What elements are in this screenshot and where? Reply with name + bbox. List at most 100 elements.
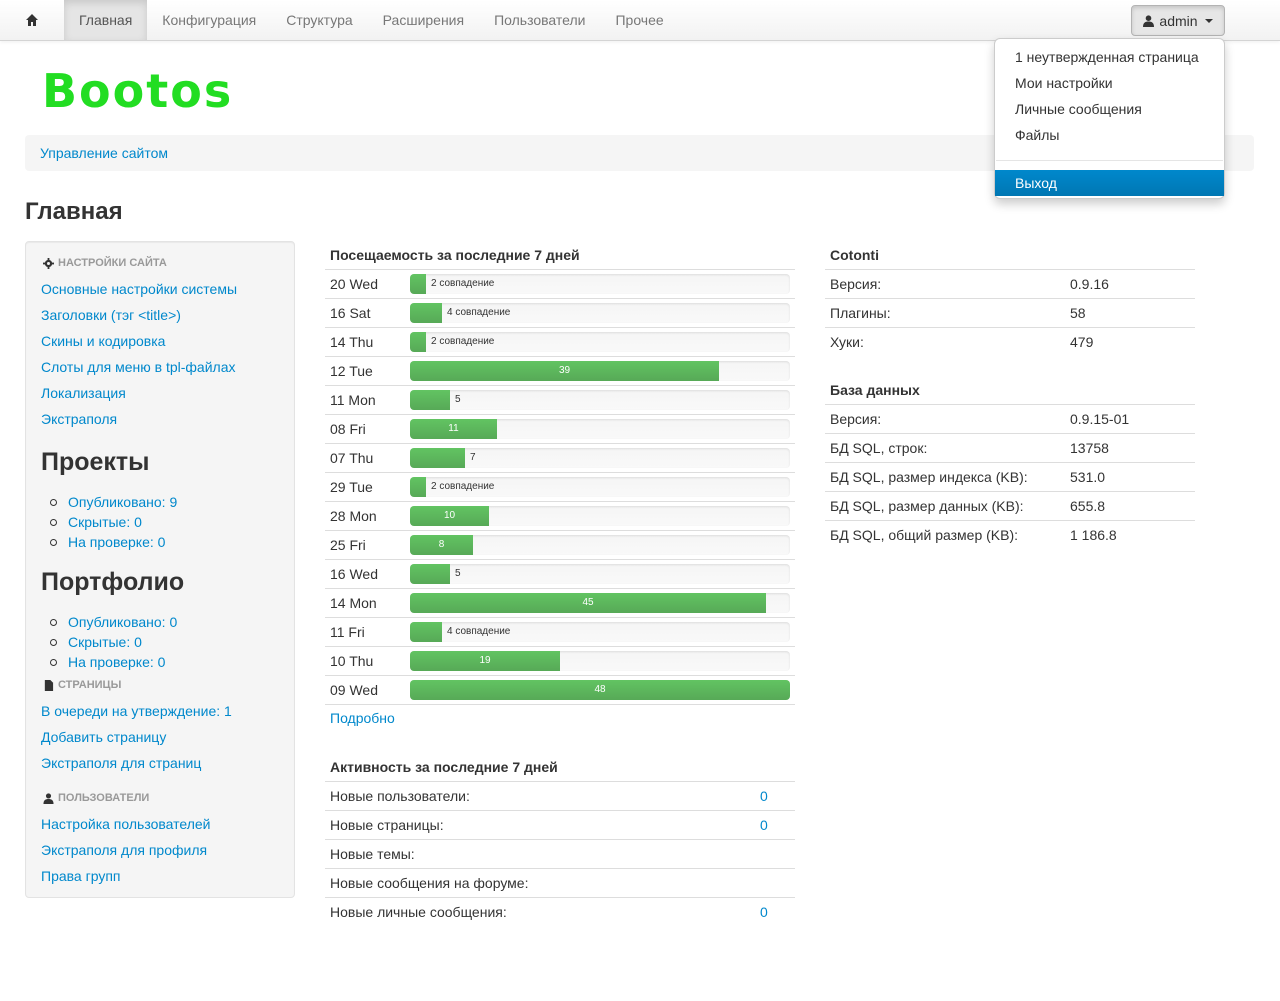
- traffic-more-link[interactable]: Подробно: [330, 710, 395, 726]
- traffic-bar: [410, 303, 442, 323]
- dropdown-item-messages[interactable]: Личные сообщения: [995, 96, 1224, 122]
- activity-value[interactable]: 0: [760, 904, 768, 920]
- traffic-row: 20 Wed 2 совпадение: [325, 269, 795, 298]
- database-value: 13758: [1070, 440, 1109, 456]
- nav-home[interactable]: Главная: [64, 0, 148, 40]
- gear-icon: [43, 257, 54, 269]
- traffic-bar-label: 2 совпадение: [431, 278, 495, 289]
- database-row: БД SQL, общий размер (KB): 1 186.8: [825, 520, 1195, 549]
- home-link[interactable]: [0, 0, 64, 40]
- traffic-row: 28 Mon 10: [325, 501, 795, 530]
- traffic-bar-track: 5: [410, 390, 790, 410]
- dropdown-item-logout[interactable]: Выход: [995, 170, 1224, 196]
- sidebar-header-settings-label: НАСТРОЙКИ САЙТА: [58, 257, 167, 269]
- traffic-day: 10 Thu: [330, 653, 374, 669]
- sidebar-header-pages-label: СТРАНИЦЫ: [58, 679, 122, 691]
- user-menu-button[interactable]: admin: [1131, 5, 1225, 36]
- sidebar-link-skins[interactable]: Скины и кодировка: [41, 333, 165, 349]
- traffic-title: Посещаемость за последние 7 дней: [330, 247, 580, 263]
- site-logo[interactable]: Bootos: [42, 66, 233, 116]
- user-icon: [43, 792, 54, 804]
- sidebar: НАСТРОЙКИ САЙТА Основные настройки систе…: [25, 241, 295, 898]
- sidebar-link-add-page[interactable]: Добавить страницу: [41, 729, 166, 745]
- traffic-bar-label: 10: [443, 510, 456, 521]
- sidebar-header-users: ПОЛЬЗОВАТЕЛИ: [43, 792, 149, 804]
- traffic-bar-track: 19: [410, 651, 790, 671]
- sidebar-link-main-settings[interactable]: Основные настройки системы: [41, 281, 237, 297]
- traffic-bar-track: 8: [410, 535, 790, 555]
- home-icon: [26, 14, 38, 26]
- portfolio-published[interactable]: Опубликовано: 0: [66, 614, 177, 630]
- activity-title: Активность за последние 7 дней: [330, 759, 558, 775]
- traffic-day: 14 Thu: [330, 334, 374, 350]
- traffic-bar-track: 48: [410, 680, 790, 700]
- sidebar-link-menu-slots[interactable]: Слоты для меню в tpl-файлах: [41, 359, 235, 375]
- sidebar-link-user-settings[interactable]: Настройка пользователей: [41, 816, 211, 832]
- traffic-row: 16 Wed 5: [325, 559, 795, 588]
- database-row: БД SQL, размер индекса (KB): 531.0: [825, 462, 1195, 491]
- sidebar-link-profile-extrafields[interactable]: Экстраполя для профиля: [41, 842, 207, 858]
- traffic-row: 29 Tue 2 совпадение: [325, 472, 795, 501]
- traffic-bar-label: 8: [438, 539, 445, 550]
- projects-pending[interactable]: На проверке: 0: [66, 534, 165, 550]
- traffic-row-bottom-border: [325, 704, 795, 705]
- sidebar-header-pages: СТРАНИЦЫ: [43, 679, 121, 691]
- activity-row: Новые пользователи: 0: [325, 781, 795, 810]
- activity-value[interactable]: 0: [760, 788, 768, 804]
- traffic-row: 14 Mon 45: [325, 588, 795, 617]
- traffic-row: 08 Fri 11: [325, 414, 795, 443]
- traffic-day: 09 Wed: [330, 682, 378, 698]
- nav-structure[interactable]: Структура: [271, 0, 367, 40]
- database-row: БД SQL, строк: 13758: [825, 433, 1195, 462]
- sidebar-link-pages-queue[interactable]: В очереди на утверждение: 1: [41, 703, 232, 719]
- database-label: Версия:: [830, 411, 882, 427]
- portfolio-hidden[interactable]: Скрытые: 0: [66, 634, 142, 650]
- traffic-bar-label: 2 совпадение: [431, 481, 495, 492]
- nav-extensions[interactable]: Расширения: [368, 0, 479, 40]
- activity-label: Новые сообщения на форуме:: [330, 875, 529, 891]
- database-title: База данных: [830, 382, 920, 398]
- user-menu-label: admin: [1159, 12, 1198, 29]
- sidebar-link-localization[interactable]: Локализация: [41, 385, 126, 401]
- sidebar-link-extrafields[interactable]: Экстраполя: [41, 411, 117, 427]
- activity-row: Новые личные сообщения: 0: [325, 897, 795, 926]
- sidebar-link-page-extrafields[interactable]: Экстраполя для страниц: [41, 755, 201, 771]
- nav-other[interactable]: Прочее: [600, 0, 678, 40]
- traffic-bar-label: 7: [470, 452, 476, 463]
- database-value: 0.9.15-01: [1070, 411, 1130, 427]
- user-dropdown-menu: 1 неутвержденная страница Мои настройки …: [994, 38, 1225, 199]
- sidebar-projects-title: Проекты: [41, 448, 150, 476]
- sidebar-link-group-rights[interactable]: Права групп: [41, 868, 121, 884]
- projects-hidden[interactable]: Скрытые: 0: [66, 514, 142, 530]
- traffic-bar-track: 4 совпадение: [410, 622, 790, 642]
- database-label: БД SQL, размер индекса (KB):: [830, 469, 1028, 485]
- traffic-row: 16 Sat 4 совпадение: [325, 298, 795, 327]
- cotonti-row: Версия: 0.9.16: [825, 269, 1195, 298]
- dropdown-item-my-settings[interactable]: Мои настройки: [995, 70, 1224, 96]
- traffic-bar-label: 5: [455, 568, 461, 579]
- nav-users[interactable]: Пользователи: [479, 0, 600, 40]
- nav-configuration[interactable]: Конфигурация: [147, 0, 271, 40]
- portfolio-pending[interactable]: На проверке: 0: [66, 654, 165, 670]
- traffic-day: 29 Tue: [330, 479, 373, 495]
- projects-published[interactable]: Опубликовано: 9: [66, 494, 177, 510]
- dropdown-item-unapproved-page[interactable]: 1 неутвержденная страница: [995, 44, 1224, 70]
- traffic-bar-label: 48: [594, 684, 606, 695]
- database-value: 655.8: [1070, 498, 1106, 514]
- sidebar-header-users-label: ПОЛЬЗОВАТЕЛИ: [58, 792, 150, 804]
- activity-value[interactable]: 0: [760, 817, 768, 833]
- traffic-bar-track: 45: [410, 593, 790, 613]
- traffic-bar-label: 39: [558, 365, 571, 376]
- cotonti-label: Версия:: [830, 276, 882, 292]
- cotonti-value: 58: [1070, 305, 1086, 321]
- traffic-bar-label: 45: [582, 597, 594, 608]
- sidebar-link-titles[interactable]: Заголовки (тэг <title>): [41, 307, 181, 323]
- traffic-day: 25 Fri: [330, 537, 366, 553]
- traffic-bar: [410, 390, 450, 410]
- breadcrumb-admin-link[interactable]: Управление сайтом: [40, 145, 168, 161]
- traffic-day: 07 Thu: [330, 450, 374, 466]
- activity-label: Новые пользователи:: [330, 788, 470, 804]
- database-label: БД SQL, размер данных (KB):: [830, 498, 1024, 514]
- dropdown-item-files[interactable]: Файлы: [995, 122, 1224, 148]
- traffic-bar: [410, 448, 465, 468]
